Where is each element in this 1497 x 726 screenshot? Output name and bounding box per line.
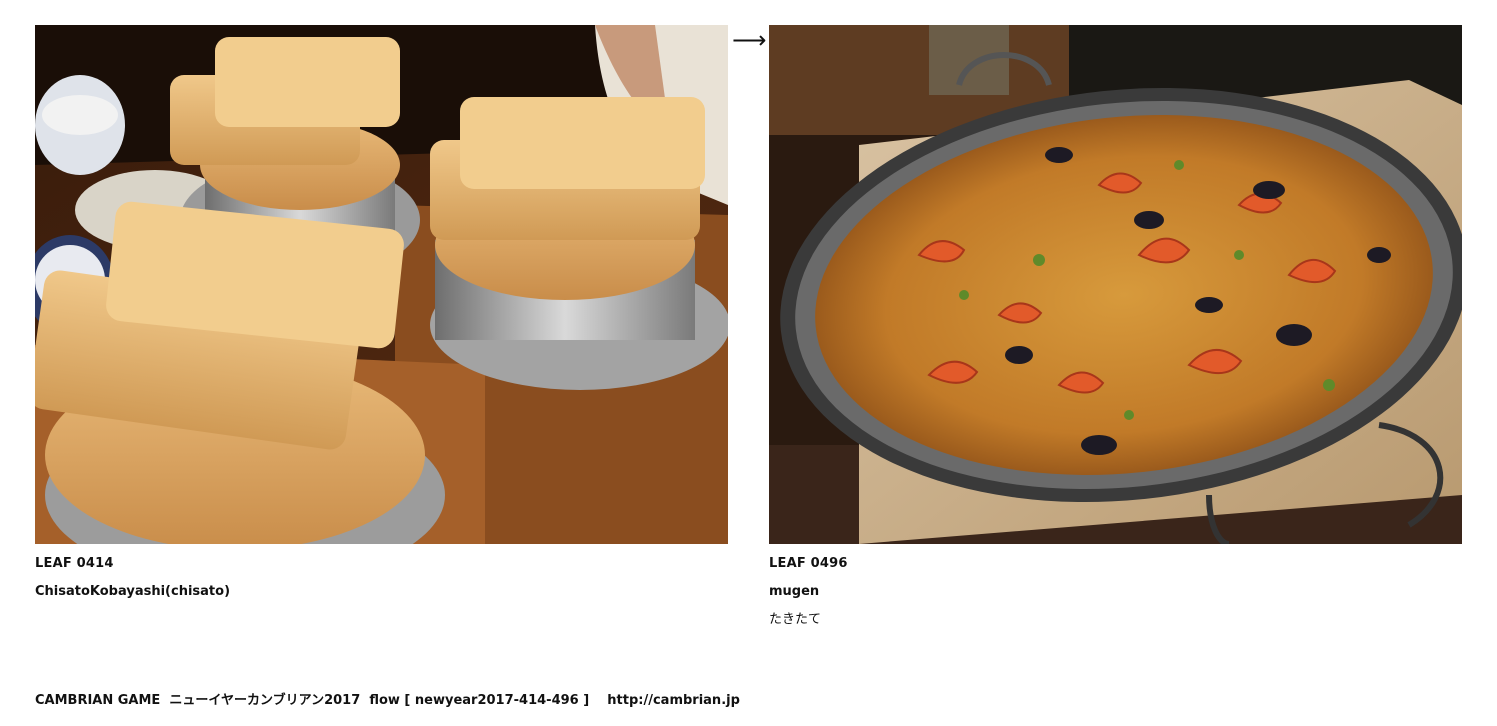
leaf-title [35, 612, 728, 628]
leaf-card-0496: LEAF 0496 mugen たきたて [769, 25, 1462, 628]
leaf-title: たきたて [769, 612, 822, 627]
footer-event-link[interactable]: ニューイヤーカンブリアン2017 [169, 693, 360, 708]
leaf-photo-paella[interactable] [769, 25, 1462, 544]
page-footer: CAMBRIAN GAME ニューイヤーカンブリアン2017 flow [ ne… [35, 692, 740, 710]
footer-flow-label: flow [ newyear2017-414-496 ] [369, 693, 590, 708]
leaf-photo-kamameshi[interactable] [35, 25, 728, 544]
flow-arrow-icon: ⟶ [732, 26, 767, 54]
kamameshi-photo-image [35, 25, 728, 544]
leaf-card-0414: LEAF 0414 ChisatoKobayashi(chisato) [35, 25, 728, 628]
footer-url-link[interactable]: http://cambrian.jp [607, 693, 740, 708]
leaf-id[interactable]: LEAF 0496 [769, 556, 1462, 572]
footer-site-link[interactable]: CAMBRIAN GAME [35, 693, 160, 708]
leaf-author[interactable]: mugen [769, 584, 1462, 600]
leaf-author[interactable]: ChisatoKobayashi(chisato) [35, 584, 728, 600]
paella-photo-image [769, 25, 1462, 544]
leaf-id[interactable]: LEAF 0414 [35, 556, 728, 572]
